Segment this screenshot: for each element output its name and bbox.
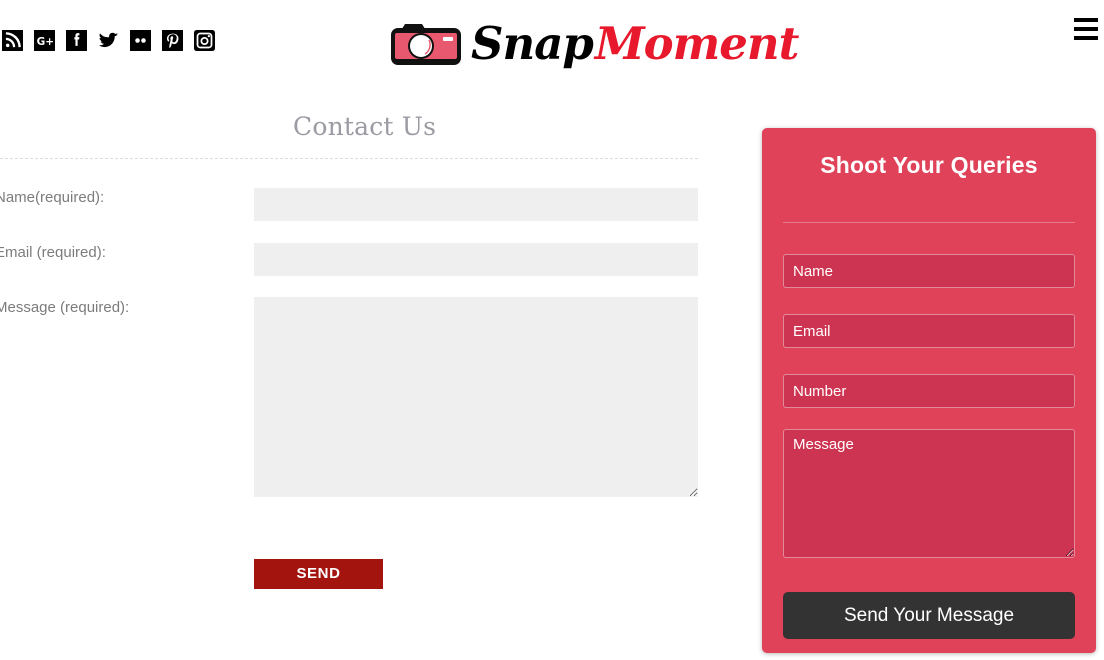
queries-panel-divider <box>783 222 1075 223</box>
label-email: Email (required): <box>0 244 106 261</box>
hamburger-bar-2 <box>1074 27 1098 31</box>
rss-icon[interactable] <box>2 30 23 51</box>
shoot-your-queries-panel: Shoot Your Queries Send Your Message <box>762 128 1096 653</box>
instagram-icon[interactable] <box>194 30 215 51</box>
facebook-icon[interactable] <box>66 30 87 51</box>
queries-name-input[interactable] <box>783 254 1075 288</box>
page-root: G+ SnapMoment Contact Us Name(required):… <box>0 0 1104 660</box>
page-title: Contact Us <box>293 112 437 141</box>
send-your-message-button[interactable]: Send Your Message <box>783 592 1075 639</box>
camera-icon <box>388 19 464 67</box>
queries-message-textarea[interactable] <box>783 429 1075 558</box>
logo-wordmark: SnapMoment <box>471 21 799 66</box>
contact-email-input[interactable] <box>254 243 698 276</box>
label-name: Name(required): <box>0 189 105 206</box>
svg-text:G+: G+ <box>37 36 54 48</box>
logo-text-moment: Moment <box>594 16 800 70</box>
label-message: Message (required): <box>0 299 130 316</box>
site-header: G+ SnapMoment <box>0 0 1104 84</box>
send-button[interactable]: SEND <box>254 559 383 589</box>
google-plus-icon[interactable]: G+ <box>34 30 55 51</box>
social-links: G+ <box>2 30 215 51</box>
hamburger-menu-icon[interactable] <box>1074 18 1098 40</box>
queries-panel-title: Shoot Your Queries <box>820 152 1038 178</box>
contact-name-input[interactable] <box>254 188 698 221</box>
site-logo[interactable]: SnapMoment <box>388 12 799 74</box>
title-divider <box>0 158 698 159</box>
hamburger-bar-3 <box>1074 36 1098 40</box>
queries-number-input[interactable] <box>783 374 1075 408</box>
hamburger-bar-1 <box>1074 18 1098 22</box>
flickr-icon[interactable] <box>130 30 151 51</box>
twitter-icon[interactable] <box>98 30 119 51</box>
pinterest-icon[interactable] <box>162 30 183 51</box>
logo-text-snap: Snap <box>471 16 594 70</box>
queries-email-input[interactable] <box>783 314 1075 348</box>
contact-message-textarea[interactable] <box>254 297 698 497</box>
